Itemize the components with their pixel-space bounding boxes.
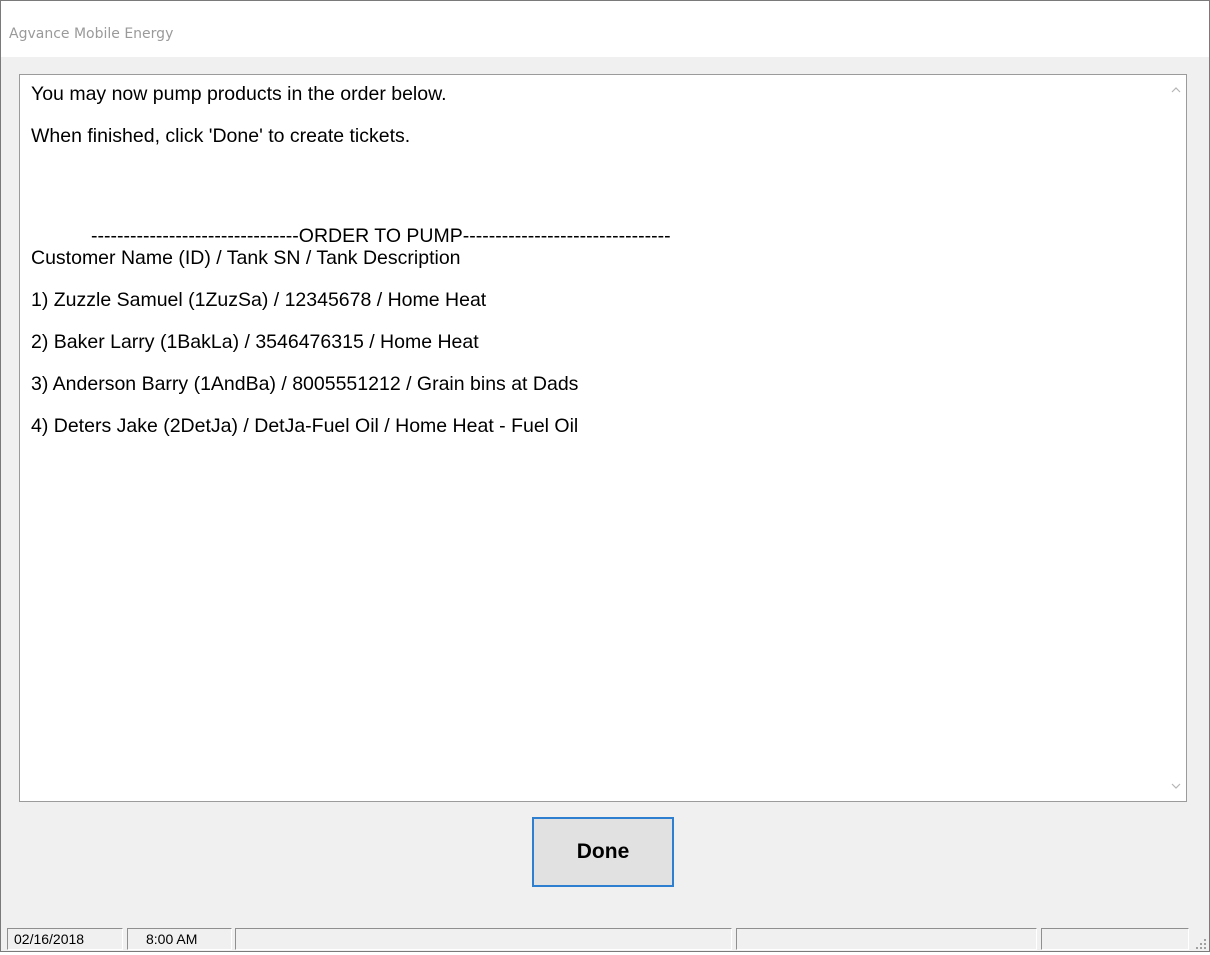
message-line-instruction: When finished, click 'Done' to create ti… <box>31 125 411 147</box>
resize-grip-icon[interactable] <box>1195 937 1207 949</box>
message-line-intro: You may now pump products in the order b… <box>31 83 447 105</box>
order-header: --------------------------------ORDER TO… <box>91 225 671 247</box>
chevron-up-icon[interactable] <box>1169 83 1183 97</box>
app-window: Agvance Mobile Energy You may now pump p… <box>0 0 1210 952</box>
title-bar[interactable]: Agvance Mobile Energy <box>1 1 1209 57</box>
done-button[interactable]: Done <box>532 817 674 887</box>
status-panel-3 <box>235 928 732 950</box>
window-title: Agvance Mobile Energy <box>9 26 174 42</box>
status-panel-5 <box>1041 928 1189 950</box>
order-item-1: 1) Zuzzle Samuel (1ZuzSa) / 12345678 / H… <box>31 289 487 311</box>
order-item-3: 3) Anderson Barry (1AndBa) / 8005551212 … <box>31 373 579 395</box>
order-item-4: 4) Deters Jake (2DetJa) / DetJa-Fuel Oil… <box>31 415 579 437</box>
order-item-2: 2) Baker Larry (1BakLa) / 3546476315 / H… <box>31 331 479 353</box>
status-bar: 02/16/2018 8:00 AM <box>1 925 1209 951</box>
message-text: You may now pump products in the order b… <box>31 83 1151 437</box>
chevron-down-icon[interactable] <box>1169 779 1183 793</box>
status-panel-4 <box>736 928 1037 950</box>
vertical-scrollbar[interactable] <box>1166 75 1186 801</box>
column-description: Customer Name (ID) / Tank SN / Tank Desc… <box>31 247 461 269</box>
status-time: 8:00 AM <box>127 928 232 950</box>
message-textbox[interactable]: You may now pump products in the order b… <box>19 74 1187 802</box>
status-date: 02/16/2018 <box>7 928 123 950</box>
